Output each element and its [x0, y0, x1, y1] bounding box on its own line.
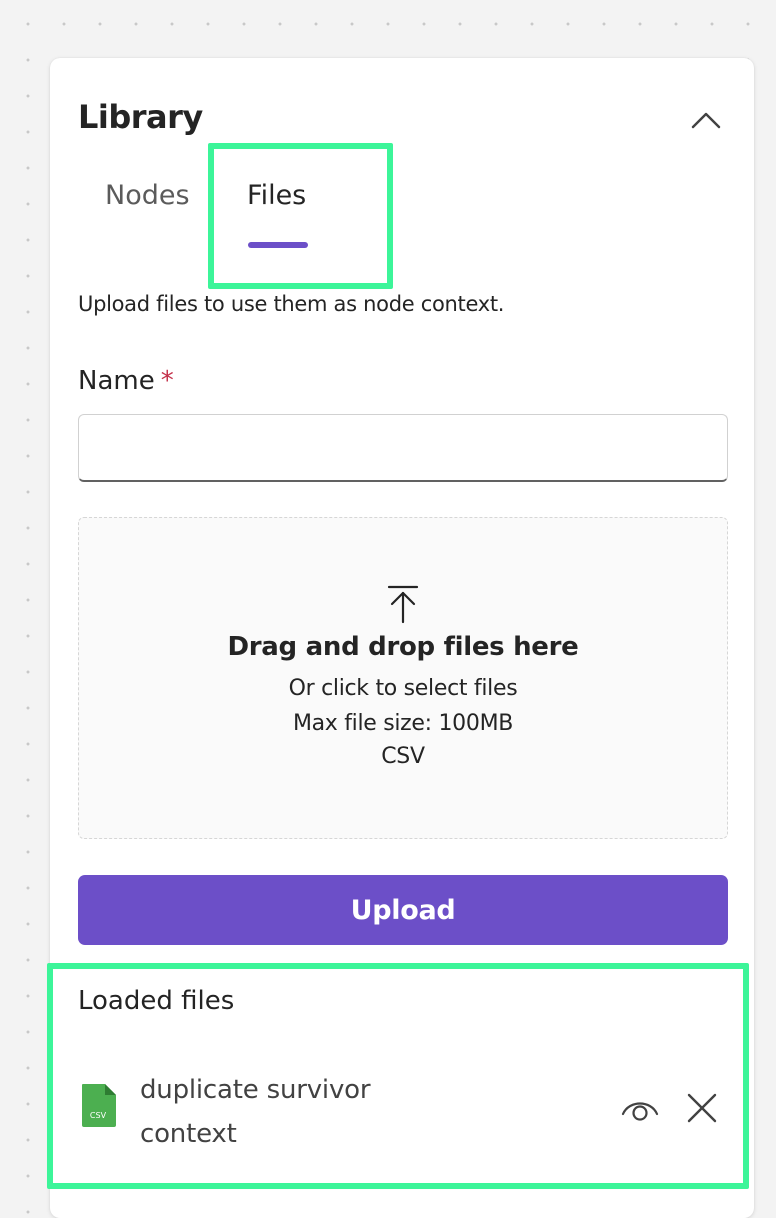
- tab-files[interactable]: Files: [247, 180, 306, 211]
- dropzone-max-size: Max file size: 100MB: [292, 711, 514, 736]
- file-name: duplicate survivor context: [140, 1075, 371, 1149]
- name-label-text: Name: [78, 366, 155, 396]
- csv-badge-text: CSV: [90, 1111, 107, 1120]
- close-icon: [687, 1093, 717, 1123]
- loaded-file-item: CSV duplicate survivor context: [78, 1068, 728, 1149]
- eye-icon: [621, 1102, 659, 1121]
- dropzone-title: Drag and drop files here: [227, 632, 579, 662]
- dropzone-accepted-types: CSV: [381, 744, 425, 769]
- csv-file-icon: CSV: [82, 1084, 116, 1127]
- loaded-files-title: Loaded files: [78, 986, 235, 1016]
- upload-arrow-icon: [387, 585, 419, 624]
- remove-file-button[interactable]: [682, 1088, 722, 1128]
- name-field-label: Name *: [78, 366, 174, 396]
- files-description: Upload files to use them as node context…: [78, 292, 505, 316]
- chevron-up-icon: [691, 112, 721, 129]
- preview-file-button[interactable]: [620, 1092, 660, 1126]
- upload-button[interactable]: Upload: [78, 875, 728, 945]
- file-dropzone[interactable]: Drag and drop files here Or click to sel…: [78, 517, 728, 839]
- collapse-button[interactable]: [684, 102, 728, 138]
- required-marker: *: [160, 366, 174, 396]
- tab-selected-indicator: [248, 242, 308, 248]
- panel-title: Library: [78, 98, 203, 136]
- dropzone-subtitle: Or click to select files: [288, 676, 518, 701]
- library-panel: Library Nodes Files Upload files to use …: [50, 58, 754, 1218]
- tab-nodes[interactable]: Nodes: [105, 180, 190, 211]
- name-input[interactable]: [78, 414, 728, 482]
